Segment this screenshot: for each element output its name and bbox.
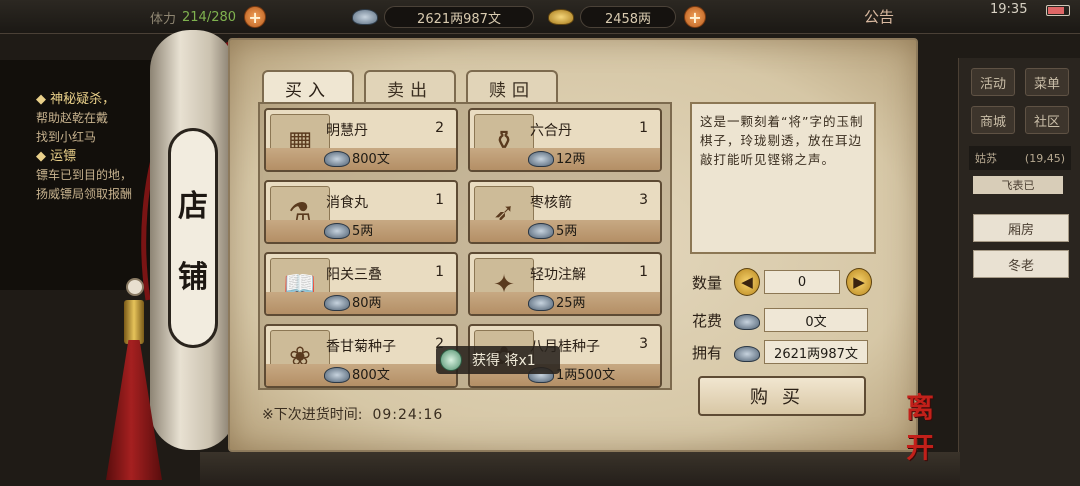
add-gold-button[interactable]: + bbox=[684, 6, 706, 28]
restock-timer: ※下次进货时间: 09:24:16 bbox=[262, 404, 443, 424]
silver-ingot-icon bbox=[734, 314, 760, 330]
gold-value: 2458两 bbox=[580, 6, 676, 28]
item-qty: 3 bbox=[639, 336, 648, 352]
item-qty: 1 bbox=[435, 192, 444, 208]
item-qty: 1 bbox=[435, 264, 444, 280]
community-button[interactable]: 社区 bbox=[1025, 106, 1069, 134]
item-card[interactable]: ⚗ 消食丸 1 5两 bbox=[264, 180, 458, 244]
silver-ingot-icon bbox=[324, 295, 350, 311]
shop-title-char: 店 bbox=[178, 188, 208, 224]
toast-text: 获得 将x1 bbox=[472, 353, 536, 369]
item-card[interactable]: ❀ 香甘菊种子 2 800文 bbox=[264, 324, 458, 388]
quantity-input[interactable]: 0 bbox=[764, 270, 840, 294]
buy-button[interactable]: 购买 bbox=[698, 376, 866, 416]
cost-value: 0文 bbox=[764, 308, 868, 332]
item-qty: 1 bbox=[639, 264, 648, 280]
item-price: 80两 bbox=[352, 296, 382, 311]
notice-button[interactable]: 公告 bbox=[864, 6, 894, 27]
leave-button[interactable]: 离开 bbox=[906, 391, 954, 464]
status-tag: 飞表已 bbox=[973, 176, 1063, 194]
increase-quantity-button[interactable]: ▶ bbox=[846, 268, 872, 296]
item-qty: 1 bbox=[639, 120, 648, 136]
decrease-quantity-button[interactable]: ◀ bbox=[734, 268, 760, 296]
item-name: 明慧丹 bbox=[326, 123, 368, 139]
item-card[interactable]: ➶ 枣核箭 3 5两 bbox=[468, 180, 662, 244]
bottom-action-bar bbox=[200, 452, 960, 486]
gold-display: 2458两 + bbox=[548, 6, 706, 28]
item-card[interactable]: ▦ 明慧丹 2 800文 bbox=[264, 108, 458, 172]
item-card[interactable]: ✦ 轻功注解 1 25两 bbox=[468, 252, 662, 316]
silver-ingot-icon bbox=[528, 223, 554, 239]
item-card[interactable]: 📖 阳关三叠 1 80两 bbox=[264, 252, 458, 316]
shop-title-char: 铺 bbox=[178, 259, 208, 295]
quantity-label: 数量 bbox=[692, 274, 723, 292]
item-name: 轻功注解 bbox=[530, 267, 586, 283]
restock-time: 09:24:16 bbox=[372, 407, 444, 423]
tassel-cap-decoration bbox=[124, 300, 144, 344]
location-display: 姑苏 (19,45) bbox=[969, 146, 1071, 170]
location-coords: (19,45) bbox=[1024, 151, 1065, 165]
item-price: 800文 bbox=[352, 152, 390, 167]
item-price: 5两 bbox=[556, 224, 578, 239]
jade-chess-piece-icon bbox=[440, 349, 462, 371]
item-price: 800文 bbox=[352, 368, 390, 383]
room-button-1[interactable]: 厢房 bbox=[973, 214, 1069, 242]
tab-buy[interactable]: 买入 bbox=[262, 70, 354, 104]
shop-title-plaque: 店 铺 bbox=[168, 128, 218, 348]
silver-ingot-icon bbox=[324, 151, 350, 167]
item-name: 枣核箭 bbox=[530, 195, 572, 211]
item-qty: 2 bbox=[435, 120, 444, 136]
item-name: 香甘菊种子 bbox=[326, 339, 396, 355]
item-acquired-toast: 获得 将x1 bbox=[436, 346, 560, 374]
item-card[interactable]: ⚱ 六合丹 1 12两 bbox=[468, 108, 662, 172]
item-qty: 3 bbox=[639, 192, 648, 208]
tab-sell[interactable]: 卖出 bbox=[364, 70, 456, 104]
silver-value: 2621两987文 bbox=[384, 6, 534, 28]
item-price: 25两 bbox=[556, 296, 586, 311]
silver-ingot-icon bbox=[324, 367, 350, 383]
item-price: 12两 bbox=[556, 152, 586, 167]
owned-label: 拥有 bbox=[692, 344, 723, 362]
silver-display: 2621两987文 bbox=[352, 6, 534, 28]
cost-label: 花费 bbox=[692, 312, 723, 330]
tab-redeem[interactable]: 赎回 bbox=[466, 70, 558, 104]
activity-button[interactable]: 活动 bbox=[971, 68, 1015, 96]
silver-ingot-icon bbox=[734, 346, 760, 362]
item-name: 阳关三叠 bbox=[326, 267, 382, 283]
menu-button[interactable]: 菜单 bbox=[1025, 68, 1069, 96]
silver-ingot-icon bbox=[528, 295, 554, 311]
gold-ingot-icon bbox=[548, 9, 574, 25]
owned-value: 2621两987文 bbox=[764, 340, 868, 364]
silver-ingot-icon bbox=[528, 151, 554, 167]
tassel-knot-decoration bbox=[126, 278, 144, 296]
silver-ingot-icon bbox=[324, 223, 350, 239]
side-menu: 活动 菜单 商城 社区 姑苏 (19,45) 飞表已 厢房 冬老 bbox=[958, 58, 1080, 486]
clock: 19:35 bbox=[990, 2, 1028, 17]
battery-icon bbox=[1046, 5, 1070, 16]
item-name: 消食丸 bbox=[326, 195, 368, 211]
location-name: 姑苏 bbox=[975, 152, 997, 165]
item-price: 1两500文 bbox=[556, 368, 616, 383]
mall-button[interactable]: 商城 bbox=[971, 106, 1015, 134]
item-name: 六合丹 bbox=[530, 123, 572, 139]
silver-ingot-icon bbox=[352, 9, 378, 25]
item-price: 5两 bbox=[352, 224, 374, 239]
restock-label: ※下次进货时间: bbox=[262, 407, 363, 423]
room-button-2[interactable]: 冬老 bbox=[973, 250, 1069, 278]
item-description: 这是一颗刻着“将”字的玉制棋子，玲珑剔透，放在耳边敲打能听见铿锵之声。 bbox=[690, 102, 876, 254]
